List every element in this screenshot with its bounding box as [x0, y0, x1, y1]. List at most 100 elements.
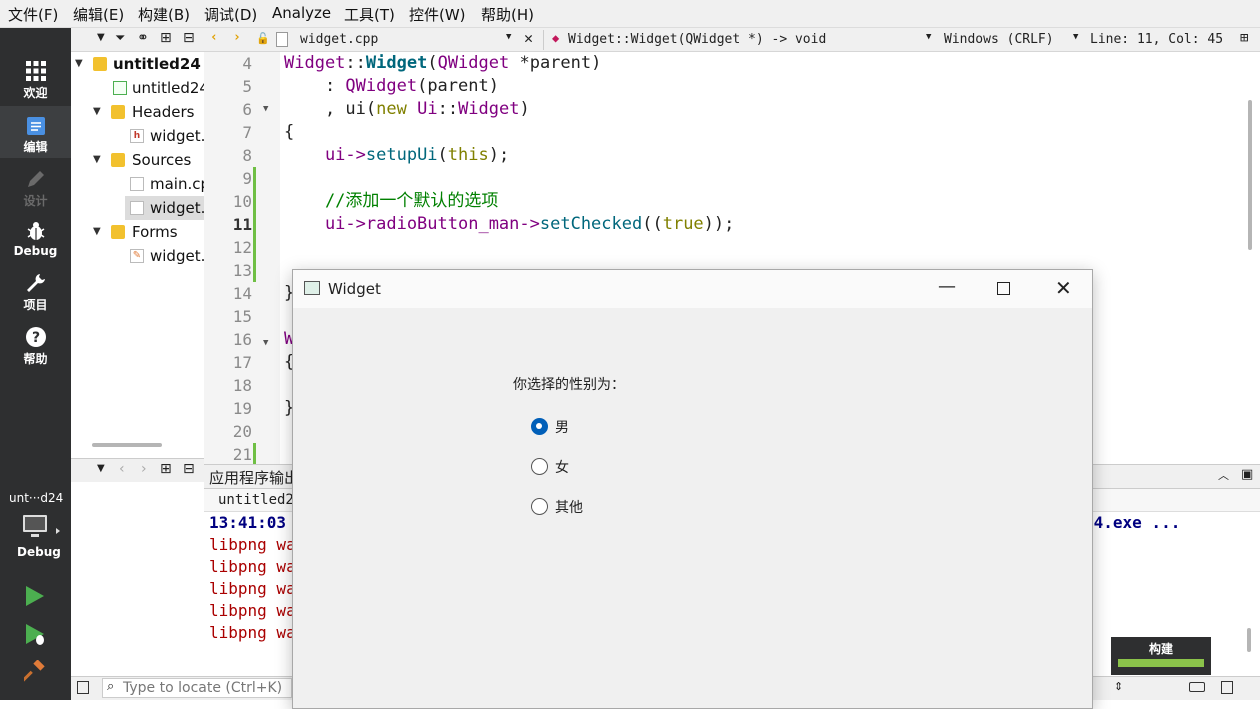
chevron-down-icon[interactable]: ▼: [97, 463, 105, 474]
forward-icon[interactable]: ›: [141, 461, 147, 477]
fold-arrow-icon[interactable]: ▼: [263, 338, 268, 348]
line-number-current: 11: [232, 215, 252, 234]
mode-design[interactable]: 设计: [0, 168, 71, 216]
forward-icon[interactable]: ›: [233, 30, 241, 45]
radio-unchecked-icon: [531, 498, 548, 515]
chevron-down-icon[interactable]: ▼: [75, 52, 83, 76]
run-controls: unt···d24 Debug: [0, 480, 71, 700]
link-icon[interactable]: ⚭: [137, 30, 149, 46]
code-token: ): [519, 99, 530, 119]
output-toggle-icon[interactable]: [1189, 682, 1205, 692]
chevron-down-icon[interactable]: ▼: [93, 220, 101, 244]
output-line: libpng wa: [209, 601, 296, 620]
menu-edit[interactable]: 编辑(E): [73, 4, 124, 25]
radio-other[interactable]: 其他: [531, 496, 651, 518]
radio-female[interactable]: 女: [531, 456, 651, 478]
menu-file[interactable]: 文件(F): [8, 4, 58, 25]
line-number: 15: [232, 307, 252, 326]
code-token: , ui(: [284, 99, 377, 119]
encoding-selector[interactable]: Windows (CRLF): [944, 32, 1054, 47]
line-number: 14: [232, 284, 252, 303]
code-token: ui->radioButton_man->: [284, 214, 540, 234]
wrench-icon: [26, 274, 45, 292]
line-number: 8: [242, 146, 252, 165]
output-tab[interactable]: untitled23: [218, 492, 302, 508]
back-icon[interactable]: ‹: [119, 461, 125, 477]
chevron-down-icon[interactable]: ▼: [506, 32, 511, 42]
chevron-down-icon[interactable]: ▼: [93, 100, 101, 124]
right-sidebar-toggle-icon[interactable]: [1221, 681, 1233, 694]
mode-project[interactable]: 项目: [0, 272, 71, 320]
tree-label: widget.: [150, 247, 204, 265]
chevron-up-icon[interactable]: ︿: [1218, 467, 1229, 483]
locator-input[interactable]: ⌕ Type to locate (Ctrl+K): [102, 678, 292, 698]
help-icon: ?: [25, 327, 46, 347]
back-icon[interactable]: ‹: [210, 30, 218, 45]
build-button[interactable]: [21, 659, 46, 686]
chevron-down-icon[interactable]: ▼: [1073, 32, 1078, 42]
minimize-button[interactable]: —: [938, 276, 956, 297]
menu-analyze[interactable]: Analyze: [272, 4, 331, 22]
menu-build[interactable]: 构建(B): [138, 4, 190, 25]
code-token: (: [427, 53, 438, 73]
radio-male[interactable]: 男: [531, 416, 651, 438]
code-token: Widget: [284, 53, 346, 73]
maximize-pane-icon[interactable]: ▣: [1241, 467, 1253, 482]
menu-controls[interactable]: 控件(W): [409, 4, 466, 25]
menu-help[interactable]: 帮助(H): [481, 4, 534, 25]
kit-mode: Debug: [17, 545, 61, 559]
mode-edit[interactable]: 编辑: [0, 106, 71, 158]
menu-debug[interactable]: 调试(D): [204, 4, 257, 25]
line-number: 19: [232, 399, 252, 418]
run-button[interactable]: [24, 585, 46, 611]
symbol-selector[interactable]: Widget::Widget(QWidget *) -> void: [568, 32, 826, 47]
close-button[interactable]: ✕: [1055, 276, 1072, 300]
chevron-down-icon[interactable]: ▼: [93, 148, 101, 172]
code-token: :: [284, 76, 346, 96]
close-icon[interactable]: ✕: [524, 29, 533, 47]
chevron-down-icon[interactable]: ▼: [926, 32, 931, 42]
sidebar-toggle-icon[interactable]: [77, 681, 89, 694]
line-number-gutter: 4 5 6 7 8 9 10 11 12 13 14 15 16 17 18 1…: [204, 52, 280, 464]
locator-placeholder: Type to locate (Ctrl+K): [123, 680, 283, 696]
maximize-button[interactable]: [997, 282, 1010, 295]
chevron-updown-icon[interactable]: ⇕: [1114, 680, 1123, 693]
split-icon[interactable]: ⊞: [160, 30, 172, 46]
close-pane-icon[interactable]: ⊟: [183, 461, 195, 477]
tree-item-widget-cpp[interactable]: widget.: [125, 196, 204, 220]
mode-debug[interactable]: Debug: [0, 220, 71, 268]
kit-selector[interactable]: [22, 514, 62, 546]
menu-tools[interactable]: 工具(T): [344, 4, 395, 25]
filter-icon[interactable]: ⏷: [115, 31, 125, 46]
fold-arrow-icon[interactable]: ▼: [263, 104, 268, 114]
line-number: 7: [242, 123, 252, 142]
editor-vscrollbar[interactable]: [1248, 100, 1252, 250]
close-pane-icon[interactable]: ⊟: [183, 30, 195, 46]
mode-help-label: 帮助: [23, 352, 48, 366]
split-icon[interactable]: ⊞: [160, 461, 172, 477]
tree-hscrollbar[interactable]: [92, 443, 162, 447]
line-number: 10: [232, 192, 252, 211]
code-token: QWidget: [437, 53, 510, 73]
code-token: );: [488, 145, 510, 165]
output-line: libpng wa: [209, 579, 296, 598]
grid-icon: [25, 61, 46, 81]
split-icon[interactable]: ⊞: [1240, 30, 1248, 46]
chevron-down-icon[interactable]: ▼: [97, 32, 105, 43]
gender-prompt: 你选择的性别为：: [513, 377, 625, 393]
mode-welcome[interactable]: 欢迎: [0, 60, 71, 108]
folder-icon: [111, 225, 125, 239]
output-exe-path: 24.exe ...: [1084, 513, 1181, 532]
cursor-position[interactable]: Line: 11, Col: 45: [1090, 32, 1223, 47]
code-token: ::: [345, 53, 366, 73]
code-line: {: [284, 122, 295, 142]
window-titlebar[interactable]: Widget — ✕: [293, 270, 1092, 308]
line-number: 17: [232, 353, 252, 372]
pencil-icon: [27, 171, 44, 187]
mode-help[interactable]: ? 帮助: [0, 326, 71, 374]
build-progress[interactable]: 构建: [1111, 637, 1211, 675]
debug-run-button[interactable]: [24, 623, 48, 651]
editor-file-name[interactable]: widget.cpp: [300, 32, 378, 47]
output-vscrollbar[interactable]: [1247, 628, 1251, 652]
code-line: ui->setupUi(this);: [284, 144, 509, 167]
